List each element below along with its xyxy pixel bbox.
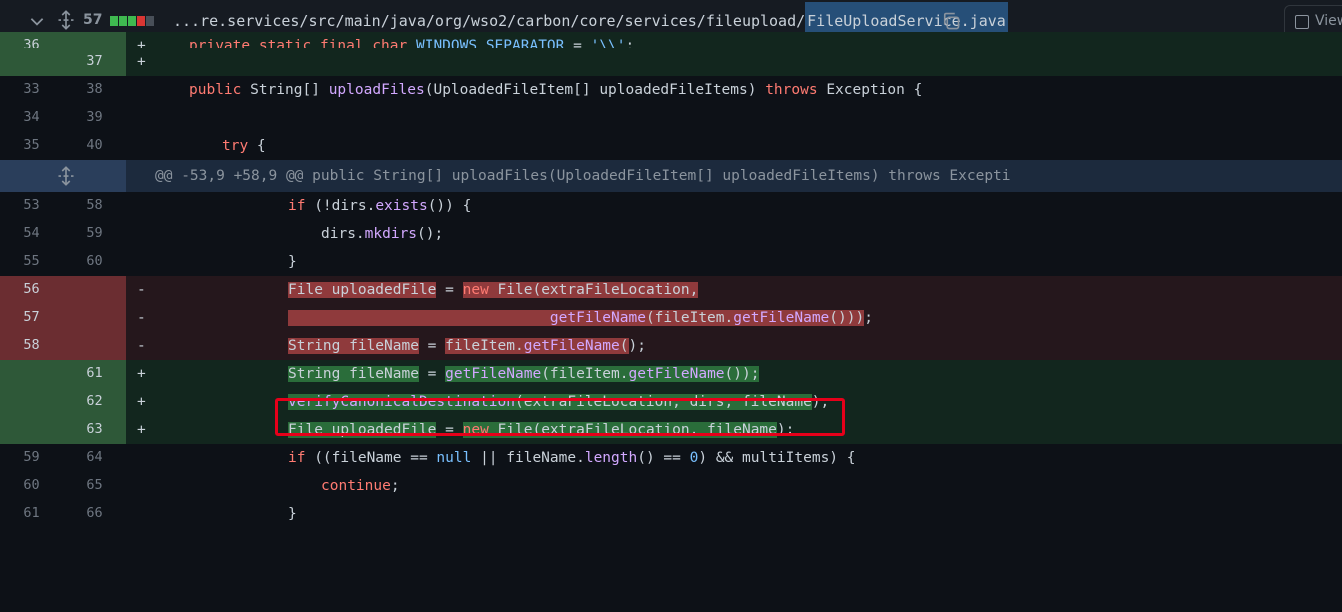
diff-line: 53 58 if (!dirs.exists()) { xyxy=(0,192,1342,220)
old-line-number[interactable]: 60 xyxy=(0,472,63,500)
new-line-number[interactable] xyxy=(63,276,126,304)
changes-count: 57 xyxy=(83,12,103,28)
diff-line: 55 60 } xyxy=(0,248,1342,276)
copy-icon[interactable] xyxy=(941,11,961,31)
old-line-number[interactable]: 33 xyxy=(0,76,63,104)
old-line-number[interactable]: 54 xyxy=(0,220,63,248)
new-line-number[interactable]: 63 xyxy=(63,416,126,444)
code-line: continue; xyxy=(321,478,400,494)
diff-line: 35 40 try { xyxy=(0,132,1342,160)
diff-marker: + xyxy=(137,54,146,70)
diff-line-deleted: 56 - File uploadedFile = new File(extraF… xyxy=(0,276,1342,304)
old-line-number[interactable]: 36 xyxy=(0,32,63,48)
old-line-number[interactable]: 58 xyxy=(0,332,63,360)
hunk-header-text: @@ -53,9 +58,9 @@ public String[] upload… xyxy=(155,168,1011,184)
diff-line: 34 39 xyxy=(0,104,1342,132)
checkbox-icon[interactable] xyxy=(1295,15,1309,29)
new-line-number[interactable]: 62 xyxy=(63,388,126,416)
old-line-number[interactable]: 35 xyxy=(0,132,63,160)
diff-marker: - xyxy=(137,338,146,354)
new-line-number[interactable] xyxy=(63,332,126,360)
new-line-number[interactable]: 58 xyxy=(63,192,126,220)
new-line-number[interactable]: 37 xyxy=(63,48,126,76)
file-path-prefix: ...re.services/src/main/java/org/wso2/ca… xyxy=(173,12,806,30)
diff-marker: - xyxy=(137,282,146,298)
unfold-icon[interactable] xyxy=(56,166,76,186)
code-line: } xyxy=(288,506,297,522)
diff-line-deleted: 57 - getFileName(fileItem.getFileName())… xyxy=(0,304,1342,332)
code-line: if (!dirs.exists()) { xyxy=(288,198,472,214)
new-line-number[interactable]: 38 xyxy=(63,76,126,104)
diff-line: 60 65 continue; xyxy=(0,472,1342,500)
code-line: String fileName = getFileName(fileItem.g… xyxy=(288,366,760,382)
diff-lines: 36 + private static final char WINDOWS_S… xyxy=(0,32,1342,528)
file-path[interactable]: ...re.services/src/main/java/org/wso2/ca… xyxy=(173,2,1008,40)
new-line-number[interactable]: 60 xyxy=(63,248,126,276)
chevron-down-icon[interactable] xyxy=(28,12,46,30)
highlight-annotation-box xyxy=(275,398,845,436)
diff-line: 36 + private static final char WINDOWS_S… xyxy=(0,32,1342,48)
diff-line-added: 61 + String fileName = getFileName(fileI… xyxy=(0,360,1342,388)
diff-line: 54 59 dirs.mkdirs(); xyxy=(0,220,1342,248)
code-line: getFileName(fileItem.getFileName())); xyxy=(288,304,873,332)
old-line-number[interactable] xyxy=(0,48,63,76)
code-line: private static final char WINDOWS_SEPARA… xyxy=(189,38,635,48)
diff-line: 33 38 public String[] uploadFiles(Uploade… xyxy=(0,76,1342,104)
code-line: public String[] uploadFiles(UploadedFile… xyxy=(189,82,923,98)
old-line-number[interactable]: 61 xyxy=(0,500,63,528)
old-line-number[interactable]: 57 xyxy=(0,304,63,332)
old-line-number[interactable]: 55 xyxy=(0,248,63,276)
new-line-number[interactable]: 65 xyxy=(63,472,126,500)
old-line-number[interactable] xyxy=(0,388,63,416)
old-line-number[interactable]: 34 xyxy=(0,104,63,132)
old-line-number[interactable] xyxy=(0,416,63,444)
code-line: try { xyxy=(222,138,266,154)
diffstat-boxes xyxy=(110,16,154,26)
diff-marker: - xyxy=(137,310,146,326)
diff-marker: + xyxy=(137,366,146,382)
code-line: dirs.mkdirs(); xyxy=(321,226,444,242)
diff-line: 61 66 } xyxy=(0,500,1342,528)
diff-marker: + xyxy=(137,394,146,410)
diff-line: 37 + xyxy=(0,48,1342,76)
new-line-number[interactable] xyxy=(63,304,126,332)
new-line-number[interactable]: 64 xyxy=(63,444,126,472)
code-line: File uploadedFile = new File(extraFileLo… xyxy=(288,282,699,298)
hunk-header: @@ -53,9 +58,9 @@ public String[] upload… xyxy=(0,160,1342,192)
new-line-number[interactable]: 39 xyxy=(63,104,126,132)
diff-line-deleted: 58 - String fileName = fileItem.getFileN… xyxy=(0,332,1342,360)
viewed-label: View xyxy=(1315,13,1342,29)
diff-line: 59 64 if ((fileName == null || fileName.l… xyxy=(0,444,1342,472)
diff-marker: + xyxy=(137,422,146,438)
old-line-number[interactable]: 56 xyxy=(0,276,63,304)
old-line-number[interactable]: 59 xyxy=(0,444,63,472)
old-line-number[interactable]: 53 xyxy=(0,192,63,220)
code-line: String fileName = fileItem.getFileName()… xyxy=(288,338,646,354)
new-line-number[interactable]: 61 xyxy=(63,360,126,388)
new-line-number[interactable]: 59 xyxy=(63,220,126,248)
diff-marker: + xyxy=(137,38,146,48)
hunk-expand-gutter[interactable] xyxy=(0,160,126,192)
old-line-number[interactable] xyxy=(0,360,63,388)
code-line: } xyxy=(288,254,297,270)
new-line-number[interactable] xyxy=(63,32,126,48)
new-line-number[interactable]: 40 xyxy=(63,132,126,160)
new-line-number[interactable]: 66 xyxy=(63,500,126,528)
unfold-icon[interactable] xyxy=(56,10,76,30)
code-line: if ((fileName == null || fileName.length… xyxy=(288,450,856,466)
